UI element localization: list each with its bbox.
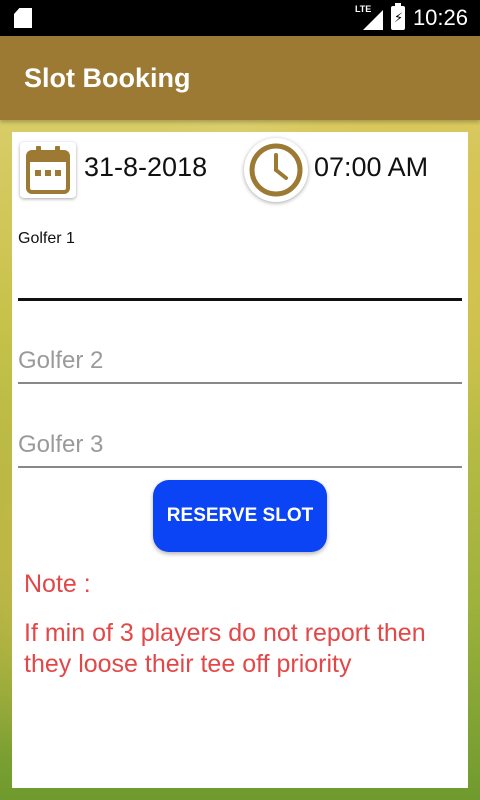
date-picker-button[interactable] [20,142,76,198]
clock-icon [249,143,303,197]
status-indicators: LTE ⚡ 10:26 [355,3,468,31]
golfer2-field [18,342,462,386]
golfer3-field [18,426,462,470]
signal-icon [362,10,383,30]
golfer1-underline [18,298,462,301]
golfer1-input[interactable] [18,264,462,294]
app-bar: Slot Booking [0,36,480,120]
battery-charging-icon: ⚡ [390,3,405,30]
status-clock: 10:26 [412,5,468,30]
golfer3-underline [18,466,462,468]
charging-bolt-icon: ⚡ [393,10,404,25]
reserve-slot-button[interactable]: RESERVE SLOT [153,480,327,552]
selected-date[interactable]: 31-8-2018 [84,152,207,183]
golfer1-field: Golfer 1 [18,228,462,302]
sd-card-icon [14,8,32,28]
note-label: Note : [24,570,91,598]
signal-indicator: LTE [355,4,383,30]
note-text: If min of 3 players do not report then t… [24,619,426,678]
golfer1-label: Golfer 1 [18,230,75,247]
status-bar: LTE ⚡ 10:26 [0,0,480,36]
golfer2-input[interactable] [18,344,462,378]
booking-card: 31-8-2018 07:00 AM Golfer 1 RESERVE SLOT… [12,132,468,788]
time-picker-button[interactable] [244,138,308,202]
page-title: Slot Booking [24,62,191,93]
golfer3-input[interactable] [18,428,462,462]
golfer2-underline [18,382,462,384]
selected-time[interactable]: 07:00 AM [314,152,428,183]
calendar-icon [26,146,70,194]
